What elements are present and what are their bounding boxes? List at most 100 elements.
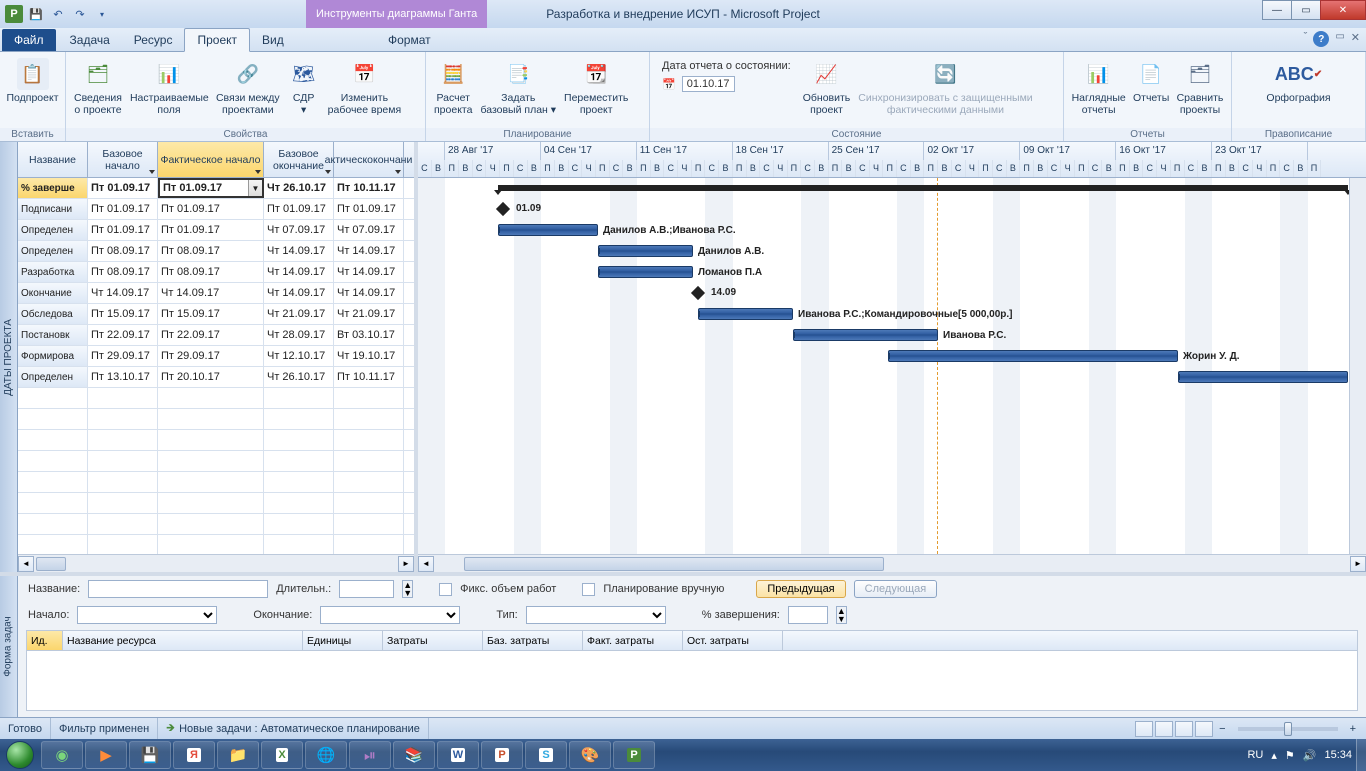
row-name-cell[interactable]: Обследова xyxy=(18,304,88,324)
row-date-cell[interactable]: Пт 01.09.17▼ xyxy=(158,178,264,198)
form-name-input[interactable] xyxy=(88,580,268,598)
col-actual-finish[interactable]: актическокончани xyxy=(334,142,404,177)
table-row[interactable]: % завершеПт 01.09.17Пт 01.09.17▼Чт 26.10… xyxy=(18,178,414,199)
empty-cell[interactable] xyxy=(264,451,334,471)
compare-projects-button[interactable]: 🗂 Сравнить проекты xyxy=(1173,56,1227,118)
gantt-bar[interactable]: Иванова Р.С. xyxy=(793,329,938,341)
taskbar-item[interactable]: ◉ xyxy=(41,741,83,769)
empty-cell[interactable] xyxy=(88,430,158,450)
row-date-cell[interactable]: Чт 26.10.17 xyxy=(264,178,334,198)
fg-col-basecost[interactable]: Баз. затраты xyxy=(483,631,583,650)
empty-cell[interactable] xyxy=(18,535,88,554)
reports-button[interactable]: 📄 Отчеты xyxy=(1129,56,1173,106)
fg-col-units[interactable]: Единицы xyxy=(303,631,383,650)
table-row[interactable]: ОбследоваПт 15.09.17Пт 15.09.17Чт 21.09.… xyxy=(18,304,414,325)
row-date-cell[interactable]: Пт 15.09.17 xyxy=(88,304,158,324)
form-resource-grid[interactable]: Ид. Название ресурса Единицы Затраты Баз… xyxy=(26,630,1358,711)
table-row[interactable] xyxy=(18,514,414,535)
move-project-button[interactable]: 📆 Переместить проект xyxy=(560,56,632,118)
tab-resource[interactable]: Ресурс xyxy=(122,29,185,51)
row-date-cell[interactable]: Пт 22.09.17 xyxy=(158,325,264,345)
project-info-button[interactable]: 🗂 Сведения о проекте xyxy=(70,56,126,118)
close-button[interactable]: ✕ xyxy=(1320,0,1366,20)
custom-fields-button[interactable]: 📊 Настраиваемые поля xyxy=(126,56,212,118)
empty-cell[interactable] xyxy=(264,472,334,492)
form-type-select[interactable] xyxy=(526,606,666,624)
row-date-cell[interactable]: Пт 01.09.17 xyxy=(158,220,264,240)
table-row[interactable] xyxy=(18,451,414,472)
empty-cell[interactable] xyxy=(18,430,88,450)
row-name-cell[interactable]: Разработка xyxy=(18,262,88,282)
taskbar-item[interactable]: W xyxy=(437,741,479,769)
row-date-cell[interactable]: Чт 07.09.17 xyxy=(264,220,334,240)
empty-cell[interactable] xyxy=(334,451,404,471)
fg-col-id[interactable]: Ид. xyxy=(27,631,63,650)
row-date-cell[interactable]: Пт 01.09.17 xyxy=(88,199,158,219)
tab-file[interactable]: Файл xyxy=(2,29,56,51)
taskbar-item[interactable]: 🌐 xyxy=(305,741,347,769)
col-actual-start[interactable]: Фактическое начало xyxy=(158,142,264,177)
tray-flag-icon[interactable]: ⚑ xyxy=(1285,749,1295,762)
table-row[interactable] xyxy=(18,493,414,514)
empty-cell[interactable] xyxy=(334,430,404,450)
table-row[interactable]: ПостановкПт 22.09.17Пт 22.09.17Чт 28.09.… xyxy=(18,325,414,346)
empty-cell[interactable] xyxy=(334,409,404,429)
empty-cell[interactable] xyxy=(88,514,158,534)
empty-cell[interactable] xyxy=(158,472,264,492)
empty-cell[interactable] xyxy=(18,514,88,534)
row-date-cell[interactable]: Чт 19.10.17 xyxy=(334,346,404,366)
subproject-button[interactable]: 📋 Подпроект xyxy=(4,56,61,106)
row-date-cell[interactable]: Пт 01.09.17 xyxy=(158,199,264,219)
scroll-right-button[interactable]: ► xyxy=(398,556,414,572)
taskbar-item[interactable]: ⏯ xyxy=(349,741,391,769)
row-date-cell[interactable]: Пт 10.11.17 xyxy=(334,367,404,387)
col-baseline-finish[interactable]: Базовое окончание xyxy=(264,142,334,177)
window-restore-icon[interactable]: ▭ xyxy=(1335,31,1344,47)
gantt-bar[interactable]: Данилов А.В.;Иванова Р.С. xyxy=(498,224,598,236)
fg-col-remcost[interactable]: Ост. затраты xyxy=(683,631,783,650)
fg-col-actcost[interactable]: Факт. затраты xyxy=(583,631,683,650)
fg-col-cost[interactable]: Затраты xyxy=(383,631,483,650)
row-date-cell[interactable]: Пт 20.10.17 xyxy=(158,367,264,387)
gantt-summary-bar[interactable] xyxy=(498,185,1348,191)
zoom-thumb[interactable] xyxy=(1284,722,1292,736)
row-date-cell[interactable]: Чт 21.09.17 xyxy=(334,304,404,324)
tab-view[interactable]: Вид xyxy=(250,29,296,51)
gantt-hscroll[interactable]: ◄ ► xyxy=(418,554,1366,572)
table-row[interactable]: ОпределенПт 01.09.17Пт 01.09.17Чт 07.09.… xyxy=(18,220,414,241)
empty-cell[interactable] xyxy=(158,388,264,408)
undo-button[interactable]: ↶ xyxy=(48,4,68,24)
zoom-slider[interactable] xyxy=(1238,727,1338,731)
tab-project[interactable]: Проект xyxy=(184,28,250,52)
gantt-milestone[interactable] xyxy=(496,202,510,216)
tray-time[interactable]: 15:34 xyxy=(1324,749,1352,761)
row-name-cell[interactable]: Определен xyxy=(18,220,88,240)
empty-cell[interactable] xyxy=(334,493,404,513)
wbs-button[interactable]: 🗺 СДР▾ xyxy=(284,56,324,118)
empty-cell[interactable] xyxy=(264,409,334,429)
col-name[interactable]: Название xyxy=(18,142,88,177)
taskbar-item[interactable]: 📚 xyxy=(393,741,435,769)
help-icon[interactable]: ? xyxy=(1313,31,1329,47)
taskbar-item[interactable]: ▶ xyxy=(85,741,127,769)
row-name-cell[interactable]: Определен xyxy=(18,367,88,387)
row-date-cell[interactable]: Чт 28.09.17 xyxy=(264,325,334,345)
empty-cell[interactable] xyxy=(88,409,158,429)
row-name-cell[interactable]: Определен xyxy=(18,241,88,261)
empty-cell[interactable] xyxy=(158,451,264,471)
taskbar-item[interactable]: Я xyxy=(173,741,215,769)
table-row[interactable]: ПодписаниПт 01.09.17Пт 01.09.17Пт 01.09.… xyxy=(18,199,414,220)
empty-cell[interactable] xyxy=(18,493,88,513)
spinner-icon[interactable]: ▲▼ xyxy=(402,580,413,598)
empty-cell[interactable] xyxy=(158,493,264,513)
calc-project-button[interactable]: 🧮 Расчет проекта xyxy=(430,56,476,118)
row-date-cell[interactable]: Пт 29.09.17 xyxy=(158,346,264,366)
empty-cell[interactable] xyxy=(18,388,88,408)
row-date-cell[interactable]: Вт 03.10.17 xyxy=(334,325,404,345)
status-newtasks[interactable]: 🡺 Новые задачи : Автоматическое планиров… xyxy=(158,718,429,739)
row-date-cell[interactable]: Пт 08.09.17 xyxy=(88,262,158,282)
gantt-bar[interactable]: Данилов А.В. xyxy=(598,245,693,257)
scroll-thumb[interactable] xyxy=(464,557,884,571)
table-row[interactable]: РазработкаПт 08.09.17Пт 08.09.17Чт 14.09… xyxy=(18,262,414,283)
show-desktop-button[interactable] xyxy=(1356,739,1366,771)
